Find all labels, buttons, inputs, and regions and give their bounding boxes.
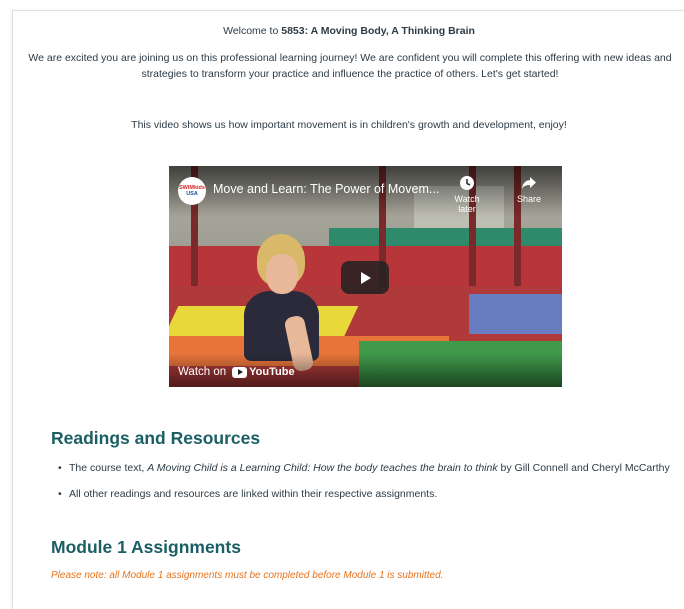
- list-item: The course text, A Moving Child is a Lea…: [51, 461, 684, 487]
- share-button[interactable]: Share: [507, 175, 551, 204]
- play-icon: [361, 271, 371, 284]
- welcome-prefix: Welcome to: [223, 25, 282, 37]
- item-text: The course text,: [69, 462, 148, 474]
- module-heading: Module 1 Assignments: [51, 537, 241, 557]
- item-text: All other readings and resources are lin…: [69, 488, 438, 500]
- welcome-line: Welcome to 5853: A Moving Body, A Thinki…: [13, 25, 684, 37]
- watch-later-label: Watch later: [454, 194, 480, 214]
- item-text: by Gill Connell and Cheryl McCarthy: [497, 462, 670, 474]
- watch-later-button[interactable]: Watch later: [445, 175, 489, 214]
- youtube-video-embed[interactable]: SWIMkids USA Move and Learn: The Power o…: [169, 166, 562, 387]
- youtube-wordmark: YouTube: [249, 366, 295, 378]
- video-scene-child: [266, 254, 298, 294]
- course-title: 5853: A Moving Body, A Thinking Brain: [281, 25, 475, 37]
- video-scene-mat: [469, 294, 562, 334]
- watch-on-label: Watch on: [178, 366, 227, 378]
- course-page: Welcome to 5853: A Moving Body, A Thinki…: [12, 10, 684, 609]
- video-title[interactable]: Move and Learn: The Power of Movem...: [213, 182, 439, 196]
- readings-heading: Readings and Resources: [51, 428, 261, 448]
- channel-logo-text: USA: [186, 191, 198, 197]
- module-note: Please note: all Module 1 assignments mu…: [51, 570, 444, 581]
- resources-list: The course text, A Moving Child is a Lea…: [51, 461, 684, 513]
- intro-paragraph: We are excited you are joining us on thi…: [28, 52, 672, 80]
- share-arrow-icon: [522, 177, 536, 189]
- youtube-logo: YouTube: [232, 366, 295, 378]
- play-button[interactable]: [341, 261, 389, 294]
- youtube-play-icon: [232, 366, 248, 378]
- clock-icon: [460, 176, 474, 190]
- video-description: This video shows us how important moveme…: [131, 119, 567, 131]
- channel-logo[interactable]: SWIMkids USA: [178, 177, 206, 205]
- book-title: A Moving Child is a Learning Child: How …: [147, 462, 498, 474]
- share-label: Share: [516, 194, 542, 204]
- list-item: All other readings and resources are lin…: [51, 487, 684, 513]
- watch-on-youtube-link[interactable]: Watch on YouTube: [178, 366, 295, 378]
